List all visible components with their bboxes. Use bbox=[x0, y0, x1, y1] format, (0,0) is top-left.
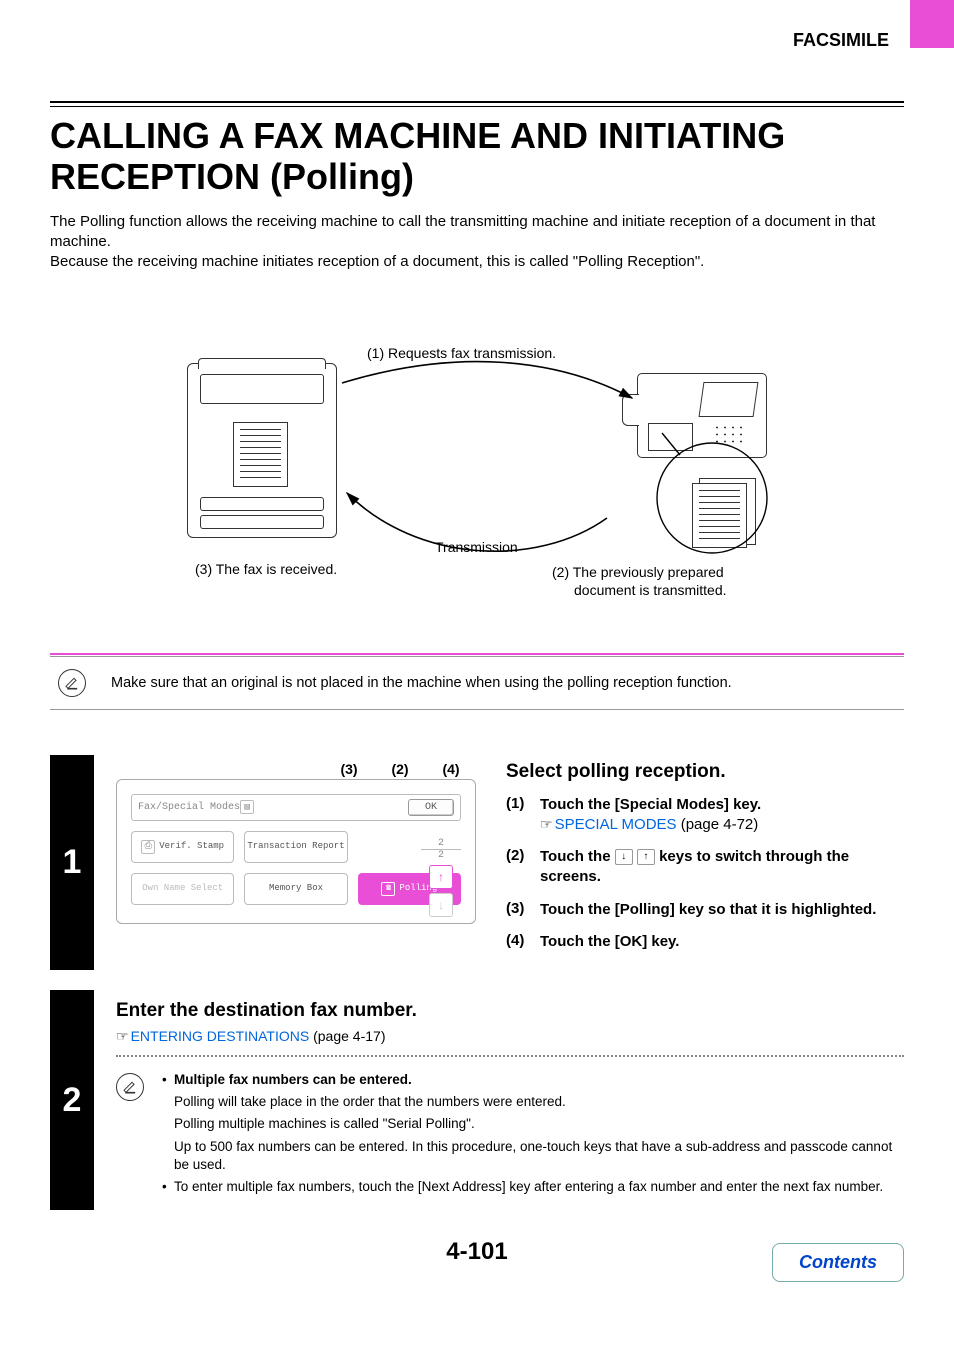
diagram-label-transmission: Transmission bbox=[435, 539, 518, 555]
page-title: CALLING A FAX MACHINE AND INITIATING REC… bbox=[50, 115, 904, 198]
step-number-1: 1 bbox=[50, 755, 94, 971]
pencil-note-icon bbox=[116, 1073, 144, 1101]
section-label: FACSIMILE bbox=[50, 30, 904, 51]
lcd-ok-button[interactable]: OK bbox=[408, 799, 454, 816]
rule-light bbox=[50, 106, 904, 107]
note-text: Make sure that an original is not placed… bbox=[111, 675, 732, 691]
step-1: 1 (3) (2) (4) Fax/Specia bbox=[50, 755, 904, 971]
lcd-panel-wrap: (3) (2) (4) Fax/Special Modes ▤ bbox=[116, 761, 476, 924]
lcd-verif-stamp-button[interactable]: ⎙ Verif. Stamp bbox=[131, 831, 234, 863]
step2-notes: Multiple fax numbers can be entered. Pol… bbox=[162, 1071, 904, 1200]
mfp-illustration bbox=[187, 363, 337, 538]
step2-subref: ☞ENTERING DESTINATIONS (page 4-17) bbox=[116, 1028, 904, 1045]
step-2: 2 Enter the destination fax number. ☞ENT… bbox=[50, 990, 904, 1210]
fax-machine-illustration bbox=[637, 373, 767, 458]
lcd-mode-icon: ▤ bbox=[240, 800, 254, 814]
document-stack-illustration bbox=[692, 483, 747, 548]
entering-destinations-link[interactable]: ENTERING DESTINATIONS bbox=[131, 1028, 310, 1044]
lcd-page-indicator: 2 2 bbox=[421, 838, 461, 861]
intro-text: The Polling function allows the receivin… bbox=[50, 212, 904, 273]
up-key-icon: ↑ bbox=[637, 849, 655, 865]
lcd-own-name-button[interactable]: Own Name Select bbox=[131, 873, 234, 905]
pointer-icon: ☞ bbox=[540, 816, 553, 832]
note-block: Make sure that an original is not placed… bbox=[50, 653, 904, 710]
lcd-title: Fax/Special Modes bbox=[138, 802, 240, 813]
step1-instructions: Select polling reception. (1) Touch the … bbox=[506, 761, 904, 965]
diagram-label-1: (1) Requests fax transmission. bbox=[367, 345, 556, 361]
contents-button[interactable]: Contents bbox=[772, 1243, 904, 1282]
pointer-icon: ☞ bbox=[116, 1028, 129, 1044]
lcd-panel: Fax/Special Modes ▤ OK ⎙ Verif. Stamp Tr… bbox=[116, 779, 476, 924]
step1-heading: Select polling reception. bbox=[506, 761, 904, 783]
stamp-icon: ⎙ bbox=[141, 840, 155, 854]
lcd-memory-box-button[interactable]: Memory Box bbox=[244, 873, 347, 905]
dotted-divider bbox=[116, 1055, 904, 1057]
intro-p2: Because the receiving machine initiates … bbox=[50, 252, 904, 272]
page: FACSIMILE CALLING A FAX MACHINE AND INIT… bbox=[0, 0, 954, 1306]
pencil-note-icon bbox=[58, 669, 86, 697]
diagram-label-3: (3) The fax is received. bbox=[195, 561, 337, 577]
lcd-transaction-report-button[interactable]: Transaction Report bbox=[244, 831, 347, 863]
polling-diagram: (1) Requests fax transmission. Transmiss… bbox=[157, 343, 797, 603]
lcd-down-button[interactable]: ↓ bbox=[429, 893, 453, 917]
diagram-label-2: (2) The previously prepared document is … bbox=[552, 563, 727, 599]
rule-heavy bbox=[50, 101, 904, 103]
lcd-callouts: (3) (2) (4) bbox=[116, 761, 476, 777]
polling-icon: ☎ bbox=[381, 882, 395, 896]
intro-p1: The Polling function allows the receivin… bbox=[50, 212, 904, 253]
step2-heading: Enter the destination fax number. bbox=[116, 1000, 904, 1022]
special-modes-link[interactable]: SPECIAL MODES bbox=[555, 816, 677, 833]
lcd-up-button[interactable]: ↑ bbox=[429, 865, 453, 889]
down-key-icon: ↓ bbox=[615, 849, 633, 865]
step-number-2: 2 bbox=[50, 990, 94, 1210]
